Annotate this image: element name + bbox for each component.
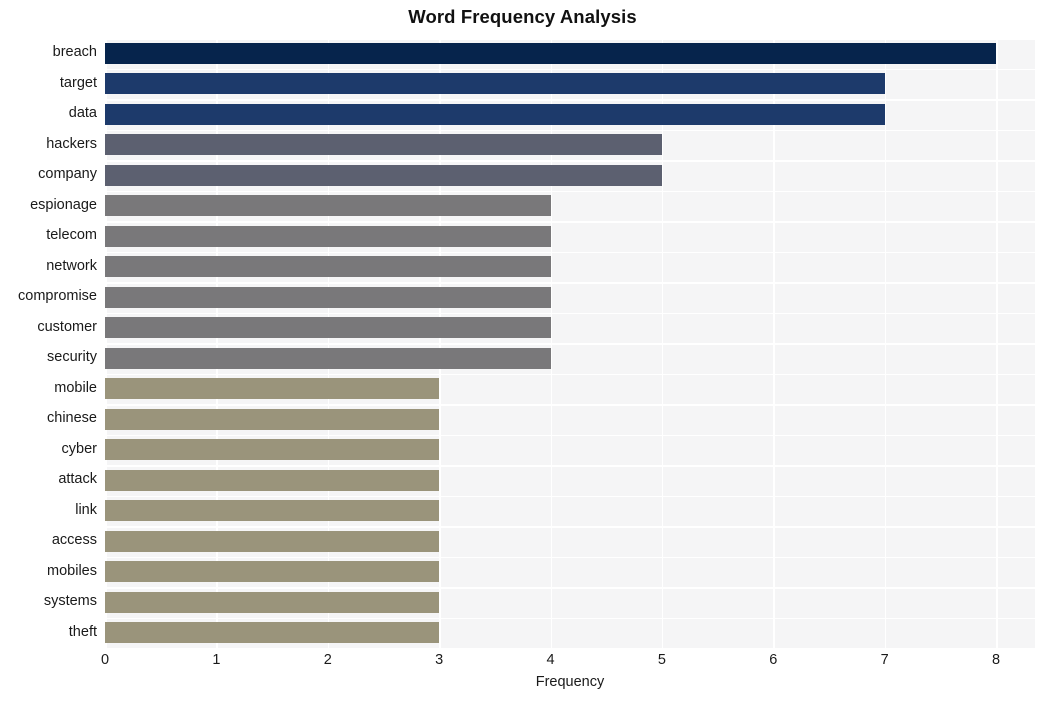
bar (105, 256, 551, 278)
bar (105, 378, 440, 400)
bar (105, 225, 551, 247)
gridline-horizontal (105, 434, 1035, 436)
gridline-horizontal (105, 251, 1035, 253)
gridline-horizontal (105, 495, 1035, 497)
bar (105, 317, 551, 339)
y-axis-tick-label: mobiles (47, 562, 97, 579)
bar (105, 500, 440, 522)
x-axis-title: Frequency (535, 674, 605, 690)
y-axis-tick-label: customer (37, 318, 97, 335)
gridline-horizontal (105, 312, 1035, 314)
bar (105, 73, 885, 95)
y-axis-tick-label: access (51, 532, 97, 549)
y-axis-tick-label: chinese (47, 410, 97, 427)
x-axis-tick-label: 6 (769, 652, 778, 668)
y-axis-tick-label: espionage (30, 196, 97, 213)
gridline-horizontal (105, 221, 1035, 223)
gridline-horizontal (105, 373, 1035, 375)
x-axis-tick-label: 7 (880, 652, 889, 668)
y-axis-tick-label: link (75, 501, 97, 518)
y-axis-tick-label: data (68, 105, 97, 122)
bar (105, 103, 885, 125)
y-axis-tick-label: mobile (54, 379, 97, 396)
x-axis-tick-label: 8 (991, 652, 1001, 668)
gridline-horizontal (105, 587, 1035, 589)
y-axis-tick-label: target (59, 74, 97, 91)
y-axis-tick-label: attack (58, 471, 97, 488)
bar (105, 439, 440, 461)
bar (105, 347, 551, 369)
x-axis-tick-label: 1 (212, 652, 221, 668)
y-axis-tick-label: hackers (46, 135, 97, 152)
y-axis-tick-label: compromise (18, 288, 97, 305)
gridline-horizontal (105, 343, 1035, 345)
bar (105, 530, 440, 552)
x-axis-tick-label: 0 (100, 652, 110, 668)
y-axis-tick-label: security (47, 349, 97, 366)
y-axis-tick-label: company (38, 166, 97, 183)
gridline-horizontal (105, 526, 1035, 528)
plot-area (105, 38, 1035, 648)
gridline-horizontal (105, 68, 1035, 70)
x-axis-tick-label: 3 (435, 652, 444, 668)
bar (105, 164, 662, 186)
bar (105, 42, 997, 64)
gridline-horizontal (105, 617, 1035, 619)
chart-title: Word Frequency Analysis (408, 6, 637, 27)
x-axis-tick-label: 4 (546, 652, 555, 668)
x-axis-tick-label: 5 (657, 652, 666, 668)
bar (105, 408, 440, 430)
y-axis-tick-label: network (46, 257, 97, 274)
gridline-horizontal (105, 465, 1035, 467)
y-axis-tick-label: theft (68, 623, 97, 640)
x-axis-tick-label: 2 (323, 652, 332, 668)
bar (105, 195, 551, 217)
gridline-horizontal (105, 282, 1035, 284)
bar (105, 591, 440, 613)
gridline-horizontal (105, 160, 1035, 162)
gridline-horizontal (105, 556, 1035, 558)
bar (105, 622, 440, 644)
y-axis-tick-label: cyber (61, 440, 97, 457)
bar (105, 286, 551, 308)
y-axis-tick-label: telecom (46, 227, 97, 244)
y-axis-tick-label: breach (52, 44, 97, 61)
y-axis-tick-label: systems (43, 593, 97, 610)
gridline-horizontal (105, 38, 1035, 40)
bar (105, 561, 440, 583)
gridline-horizontal (105, 129, 1035, 131)
bar (105, 134, 662, 156)
bar (105, 469, 440, 491)
word-frequency-chart: Word Frequency Analysis breach target data… (0, 0, 1045, 701)
gridline-horizontal (105, 404, 1035, 406)
gridline-horizontal (105, 190, 1035, 192)
gridline-horizontal (105, 99, 1035, 101)
